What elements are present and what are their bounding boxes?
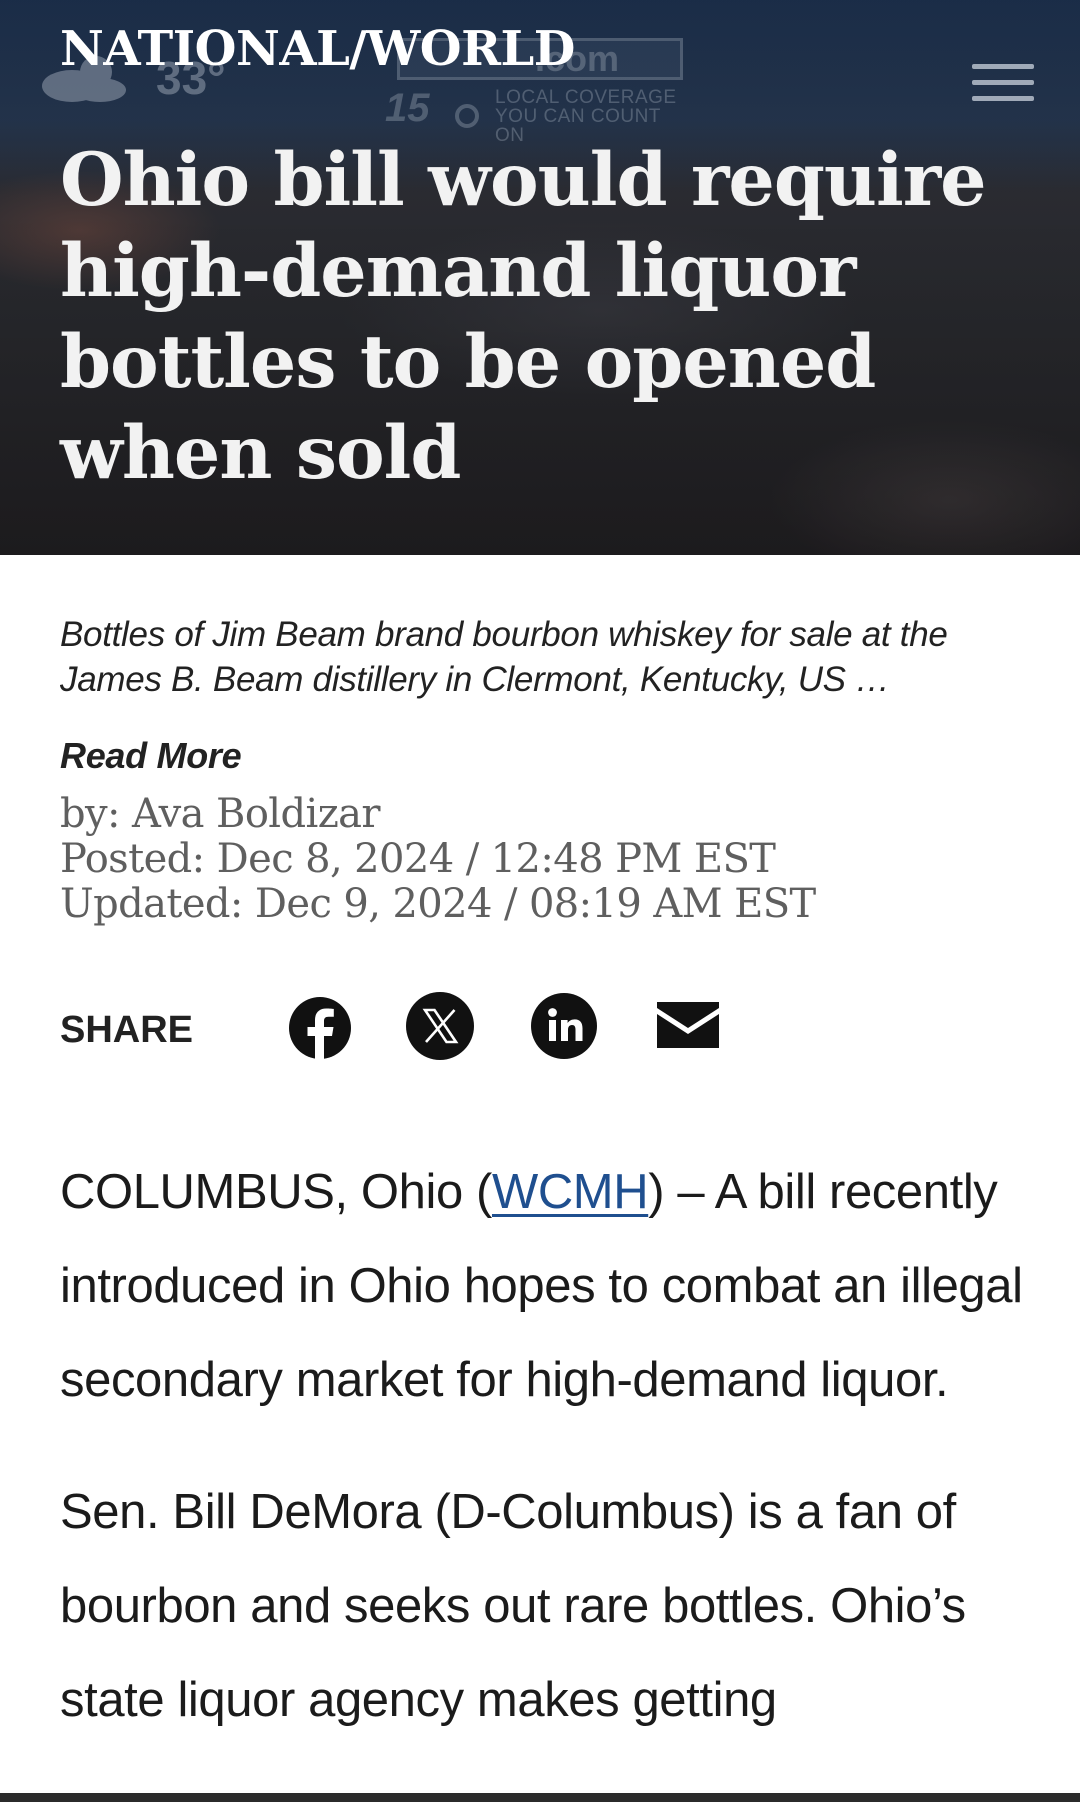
read-more-link[interactable]: Read More [60,733,242,779]
updated-date: Updated: Dec 9, 2024 / 08:19 AM EST [60,881,816,927]
facebook-share-button[interactable] [284,990,356,1062]
linkedin-share-button[interactable] [528,990,600,1062]
bottom-navigation-bar [0,1793,1080,1802]
posted-date: Posted: Dec 8, 2024 / 12:48 PM EST [60,836,776,882]
x-twitter-icon [406,992,474,1060]
byline-block: by: Ava Boldizar Posted: Dec 8, 2024 / 1… [60,792,1040,927]
article-hero: 33° .com 15 LOCAL COVERAGE YOU CAN COUNT… [0,0,1080,555]
article-paragraph-2: Sen. Bill DeMora (D-Columbus) is a fan o… [60,1485,966,1727]
photo-caption-text: Bottles of Jim Beam brand bourbon whiske… [60,615,948,699]
author-byline: by: Ava Boldizar [60,791,381,837]
network-eye-icon [455,104,479,128]
wcmh-link[interactable]: WCMH [492,1165,649,1219]
email-share-button[interactable] [652,990,724,1062]
x-share-button[interactable] [404,990,476,1062]
logo-channel-number: 15 [385,86,430,130]
photo-caption: Bottles of Jim Beam brand bourbon whiske… [60,612,1030,702]
email-icon [657,1002,719,1048]
section-label[interactable]: NATIONAL/WORLD [60,18,575,80]
share-bar: SHARE [60,990,1020,1070]
facebook-icon [289,997,351,1059]
hamburger-menu-icon[interactable] [970,62,1036,104]
article-paragraph-1: COLUMBUS, Ohio (WCMH) – A bill recently … [60,1165,1023,1407]
article-body: COLUMBUS, Ohio (WCMH) – A bill recently … [60,1145,1030,1785]
linkedin-icon [531,993,597,1059]
article-headline: Ohio bill would require high-demand liqu… [60,137,987,496]
share-label: SHARE [60,1009,194,1051]
